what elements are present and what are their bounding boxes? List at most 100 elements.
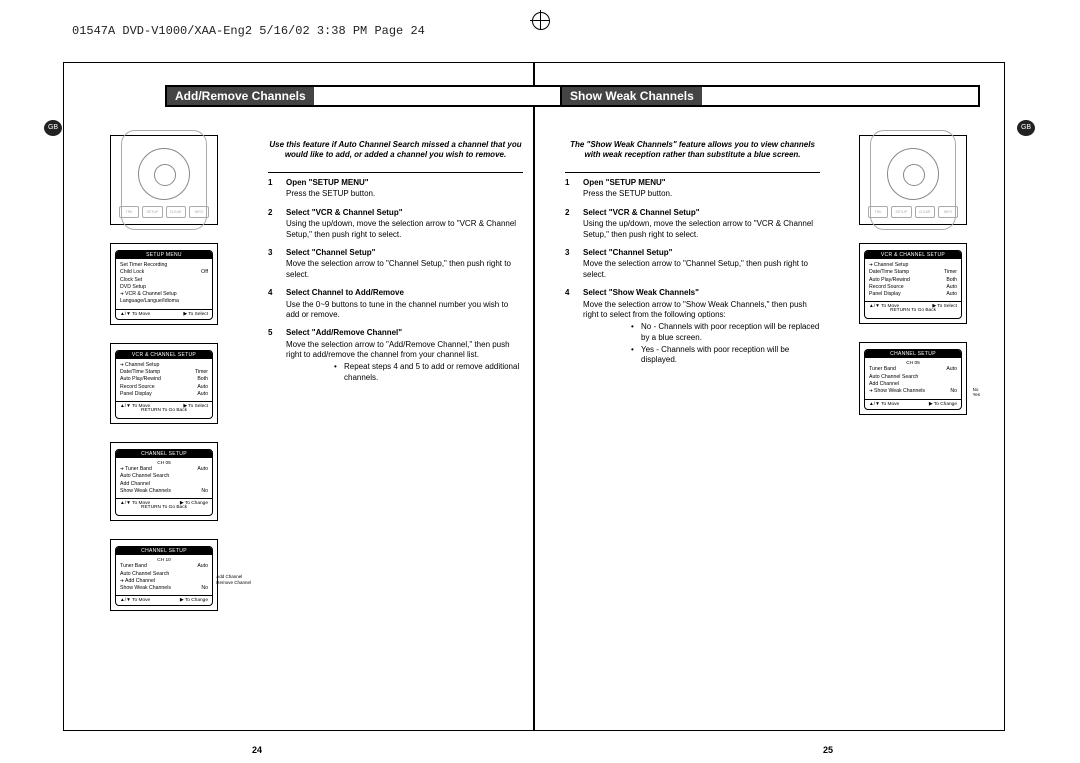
osd-row: Record Source: [869, 284, 904, 291]
step-text: Using the up/down, move the selection ar…: [286, 219, 523, 240]
intro-text-left: Use this feature if Auto Channel Search …: [268, 140, 523, 161]
osd-row: Clock Set: [120, 277, 142, 284]
osd-hint: ▶ To Change: [929, 402, 957, 407]
step-text: Move the selection arrow to "Channel Set…: [583, 259, 820, 280]
page-number-left: 24: [252, 745, 262, 755]
osd-title: VCR & CHANNEL SETUP: [865, 251, 961, 259]
osd-hint: ▲/▼ To Move: [120, 312, 150, 317]
section-title-right: Show Weak Channels: [560, 85, 980, 107]
osd-row-selected: VCR & Channel Setup: [120, 291, 177, 298]
step-text: Press the SETUP button.: [286, 189, 523, 199]
osd-row: Date/Time Stamp: [120, 369, 160, 376]
region-badge-right: GB: [1017, 120, 1035, 136]
osd-hint: ▲/▼ To Move: [120, 598, 150, 603]
osd-row: Set Timer Recording: [120, 262, 167, 269]
step-text: Move the selection arrow to "Show Weak C…: [583, 300, 820, 321]
step-number: 4: [268, 288, 286, 320]
osd-channel-setup: CHANNEL SETUP CH 05 Tuner BandAuto Auto …: [859, 342, 967, 414]
steps-right: 1 Open "SETUP MENU" Press the SETUP butt…: [565, 178, 820, 376]
osd-channel-setup-b: CHANNEL SETUP CH 10 Tuner BandAuto Auto …: [110, 539, 218, 611]
osd-row: Show Weak Channels: [120, 585, 171, 592]
osd-title: CHANNEL SETUP: [116, 450, 212, 458]
step-number: 1: [565, 178, 583, 200]
remote-btn: INFO: [938, 206, 958, 218]
osd-side-label: No Yes: [973, 387, 980, 397]
osd-row-selected: Channel Setup: [120, 362, 159, 369]
step-text: Using the up/down, move the selection ar…: [583, 219, 820, 240]
step-number: 1: [268, 178, 286, 200]
osd-row-selected: Add Channel: [120, 578, 155, 585]
step-item: 1 Open "SETUP MENU" Press the SETUP butt…: [565, 178, 820, 200]
divider-left: [268, 172, 523, 173]
osd-row: Child Lock: [120, 269, 144, 276]
step-number: 2: [565, 208, 583, 240]
osd-hint: ▲/▼ To Move: [869, 402, 899, 407]
step-item: 2 Select "VCR & Channel Setup" Using the…: [565, 208, 820, 240]
step-text: Use the 0~9 buttons to tune in the chann…: [286, 300, 523, 321]
osd-hint: ▶ To Select: [183, 404, 208, 409]
step-bullet: No - Channels with poor reception will b…: [631, 322, 820, 343]
section-title-spacer: [702, 87, 978, 105]
figure-column-left: TRKSETUPCLEARINFO SETUP MENU Set Timer R…: [110, 135, 218, 629]
step-bullet: Repeat steps 4 and 5 to add or remove ad…: [334, 362, 523, 383]
step-title: Select "Show Weak Channels": [583, 288, 820, 298]
osd-hint: ▶ To Change: [180, 598, 208, 603]
osd-row: Auto Channel Search: [869, 374, 918, 381]
osd-row: Panel Display: [869, 291, 901, 298]
remote-btn: INFO: [189, 206, 209, 218]
step-title: Select "Channel Setup": [583, 248, 820, 258]
osd-row-selected: Tuner Band: [120, 466, 152, 473]
osd-hint: ▶ To Select: [183, 312, 208, 317]
step-title: Select "Add/Remove Channel": [286, 328, 523, 338]
step-item: 5 Select "Add/Remove Channel" Move the s…: [268, 328, 523, 385]
step-item: 1 Open "SETUP MENU" Press the SETUP butt…: [268, 178, 523, 200]
osd-row: Auto Channel Search: [120, 473, 169, 480]
osd-row: Auto Channel Search: [120, 571, 169, 578]
osd-row: Auto Play/Rewind: [120, 376, 161, 383]
step-number: 3: [565, 248, 583, 280]
osd-row: Auto Play/Rewind: [869, 277, 910, 284]
osd-side-label: Add Channel Remove Channel: [216, 574, 251, 586]
osd-title: SETUP MENU: [116, 251, 212, 259]
osd-row: Add Channel: [120, 481, 150, 488]
step-number: 3: [268, 248, 286, 280]
crop-mark-icon: [530, 10, 550, 40]
step-text: Move the selection arrow to "Channel Set…: [286, 259, 523, 280]
osd-row-selected: Show Weak Channels: [869, 388, 925, 395]
step-number: 5: [268, 328, 286, 385]
osd-title: CHANNEL SETUP: [865, 350, 961, 358]
osd-row: Record Source: [120, 384, 155, 391]
figure-column-right: TRKSETUP CLEARINFO VCR & CHANNEL SETUP Ch…: [859, 135, 967, 433]
remote-btn: CLEAR: [915, 206, 935, 218]
osd-row: Add Channel: [869, 381, 899, 388]
remote-btn: TRK: [868, 206, 888, 218]
remote-btn: SETUP: [891, 206, 911, 218]
remote-btn: SETUP: [142, 206, 162, 218]
section-title-spacer: [314, 87, 583, 105]
osd-title: VCR & CHANNEL SETUP: [116, 351, 212, 359]
osd-row: Language/Langue/Idioma: [120, 298, 179, 305]
steps-left: 1 Open "SETUP MENU" Press the SETUP butt…: [268, 178, 523, 393]
osd-row-selected: Channel Setup: [869, 262, 908, 269]
osd-setup-menu: SETUP MENU Set Timer Recording Child Loc…: [110, 243, 218, 325]
remote-btn: TRK: [119, 206, 139, 218]
print-header: 01547A DVD-V1000/XAA-Eng2 5/16/02 3:38 P…: [72, 24, 425, 38]
osd-row: Tuner Band: [869, 366, 896, 373]
osd-vcr-channel: VCR & CHANNEL SETUP Channel Setup Date/T…: [859, 243, 967, 324]
divider-right: [565, 172, 820, 173]
osd-row: Tuner Band: [120, 563, 147, 570]
intro-text-right: The "Show Weak Channels" feature allows …: [565, 140, 820, 161]
osd-vcr-channel: VCR & CHANNEL SETUP Channel Setup Date/T…: [110, 343, 218, 424]
osd-row: Panel Display: [120, 391, 152, 398]
remote-illustration: TRKSETUP CLEARINFO: [859, 135, 967, 225]
remote-illustration: TRKSETUPCLEARINFO: [110, 135, 218, 225]
step-number: 2: [268, 208, 286, 240]
step-item: 2 Select "VCR & Channel Setup" Using the…: [268, 208, 523, 240]
step-title: Select "Channel Setup": [286, 248, 523, 258]
step-item: 3 Select "Channel Setup" Move the select…: [268, 248, 523, 280]
step-title: Select Channel to Add/Remove: [286, 288, 523, 298]
step-title: Select "VCR & Channel Setup": [583, 208, 820, 218]
osd-row: Show Weak Channels: [120, 488, 171, 495]
osd-row: Date/Time Stamp: [869, 269, 909, 276]
region-badge-left: GB: [44, 120, 62, 136]
